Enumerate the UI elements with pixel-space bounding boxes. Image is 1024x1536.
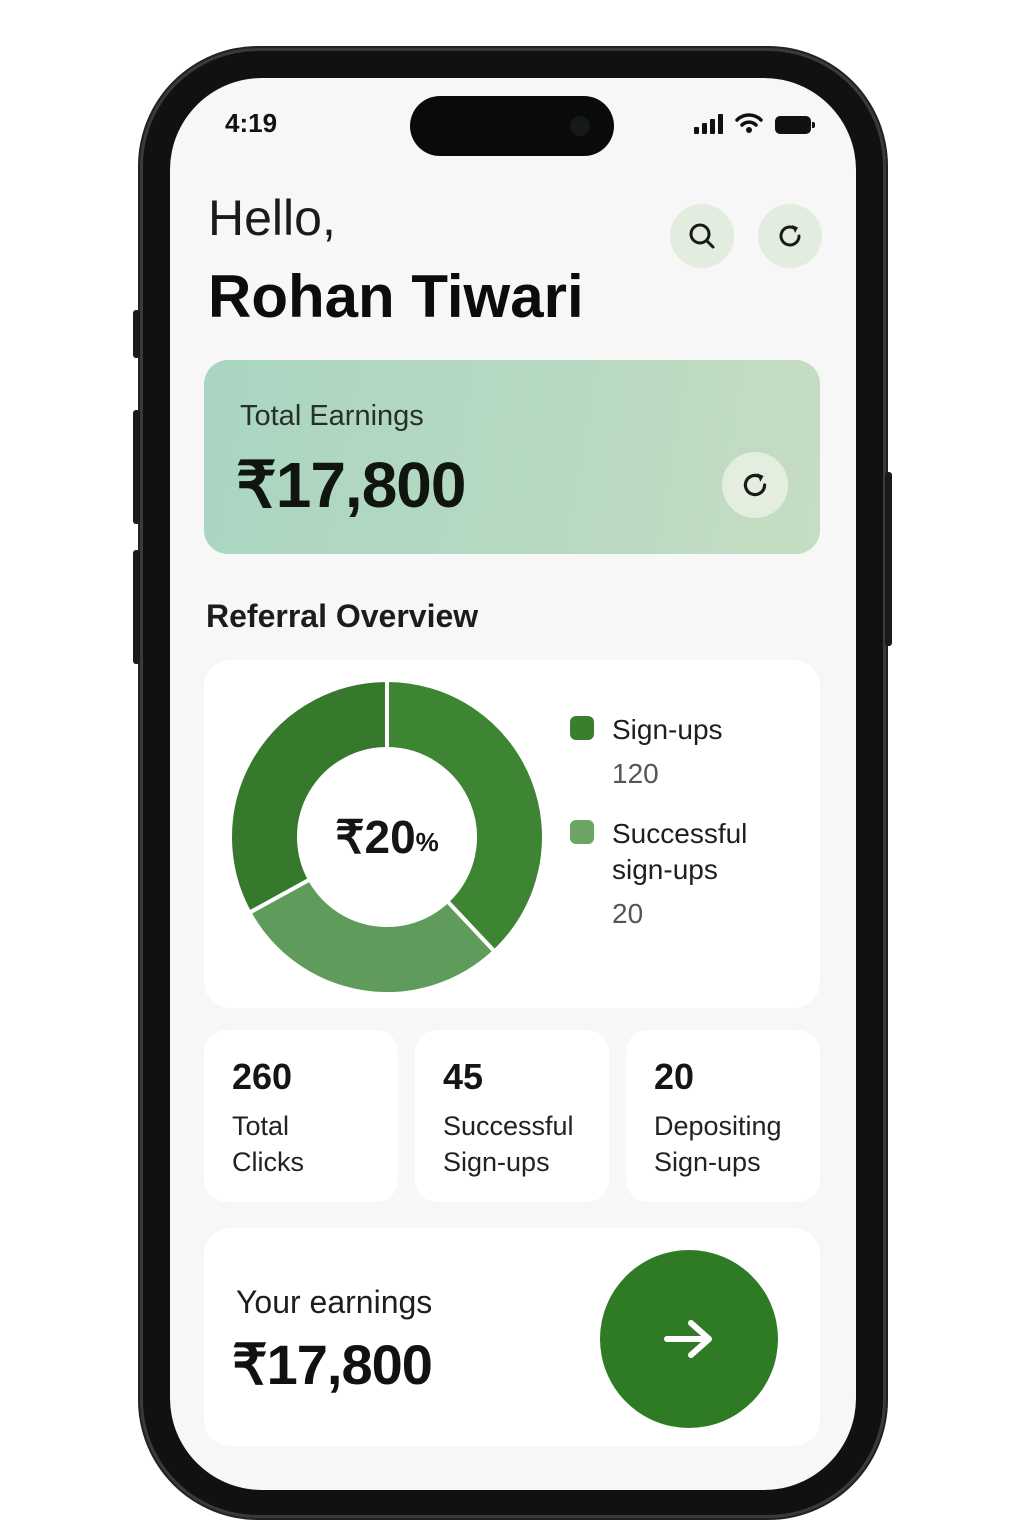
chart-legend: Sign-ups 120 Successful sign-ups 20: [570, 712, 802, 956]
stat-card-total-clicks[interactable]: 260 Total Clicks: [204, 1030, 398, 1202]
stat-value: 260: [232, 1056, 293, 1097]
stat-label: Depositing Sign-ups: [654, 1111, 782, 1177]
stat-value: 45: [443, 1056, 484, 1097]
stat-label: Total Clicks: [232, 1111, 304, 1177]
total-earnings-value: ₹17,800: [236, 449, 466, 521]
wifi-icon: [735, 113, 763, 133]
user-name: Rohan Tiwari: [208, 263, 584, 330]
phone-screen: 4:19 Hello, Rohan Tiwari Total Earnings …: [170, 78, 856, 1490]
donut-center-unit: %: [415, 826, 439, 857]
your-earnings-label: Your earnings: [236, 1284, 433, 1320]
search-button[interactable]: [670, 204, 734, 268]
your-earnings-card: Your earnings ₹17,800: [204, 1228, 820, 1446]
legend-item-sign-ups: Sign-ups 120: [570, 712, 802, 790]
legend-swatch: [570, 820, 594, 844]
cellular-signal-icon: [694, 114, 723, 134]
status-time: 4:19: [225, 108, 278, 138]
dynamic-island: [410, 96, 614, 156]
legend-value: 120: [612, 758, 659, 789]
stat-value: 20: [654, 1056, 695, 1097]
legend-label: Sign-ups: [612, 714, 723, 745]
stat-card-depositing-sign-ups[interactable]: 20 Depositing Sign-ups: [626, 1030, 820, 1202]
volume-down-button: [133, 550, 140, 664]
view-earnings-button[interactable]: [600, 1250, 778, 1428]
legend-label: Successful sign-ups: [612, 818, 748, 885]
status-icons: [694, 112, 815, 134]
arrow-right-icon: [664, 1320, 712, 1358]
total-earnings-label: Total Earnings: [240, 400, 424, 432]
refresh-icon: [743, 473, 767, 497]
earnings-refresh-button[interactable]: [722, 452, 788, 518]
refresh-icon: [779, 225, 801, 247]
power-button: [885, 472, 892, 646]
stat-label: Successful Sign-ups: [443, 1111, 574, 1177]
greeting: Hello,: [208, 190, 336, 246]
your-earnings-value: ₹17,800: [232, 1333, 433, 1396]
search-icon: [689, 223, 715, 249]
legend-item-successful-sign-ups: Successful sign-ups 20: [570, 816, 802, 930]
total-earnings-card: Total Earnings ₹17,800: [204, 360, 820, 554]
mute-switch: [133, 310, 140, 358]
legend-value: 20: [612, 898, 644, 929]
donut-center-value: ₹20%: [228, 678, 546, 996]
donut-center-amount: ₹20: [335, 811, 416, 863]
legend-swatch: [570, 716, 594, 740]
stat-card-successful-sign-ups[interactable]: 45 Successful Sign-ups: [415, 1030, 609, 1202]
refresh-button[interactable]: [758, 204, 822, 268]
battery-icon: [775, 116, 815, 134]
referral-chart-card: ₹20% Sign-ups 120 Successful sign-ups 20: [204, 660, 820, 1008]
referral-overview-title: Referral Overview: [206, 598, 479, 634]
volume-up-button: [133, 410, 140, 524]
front-camera: [570, 116, 590, 136]
